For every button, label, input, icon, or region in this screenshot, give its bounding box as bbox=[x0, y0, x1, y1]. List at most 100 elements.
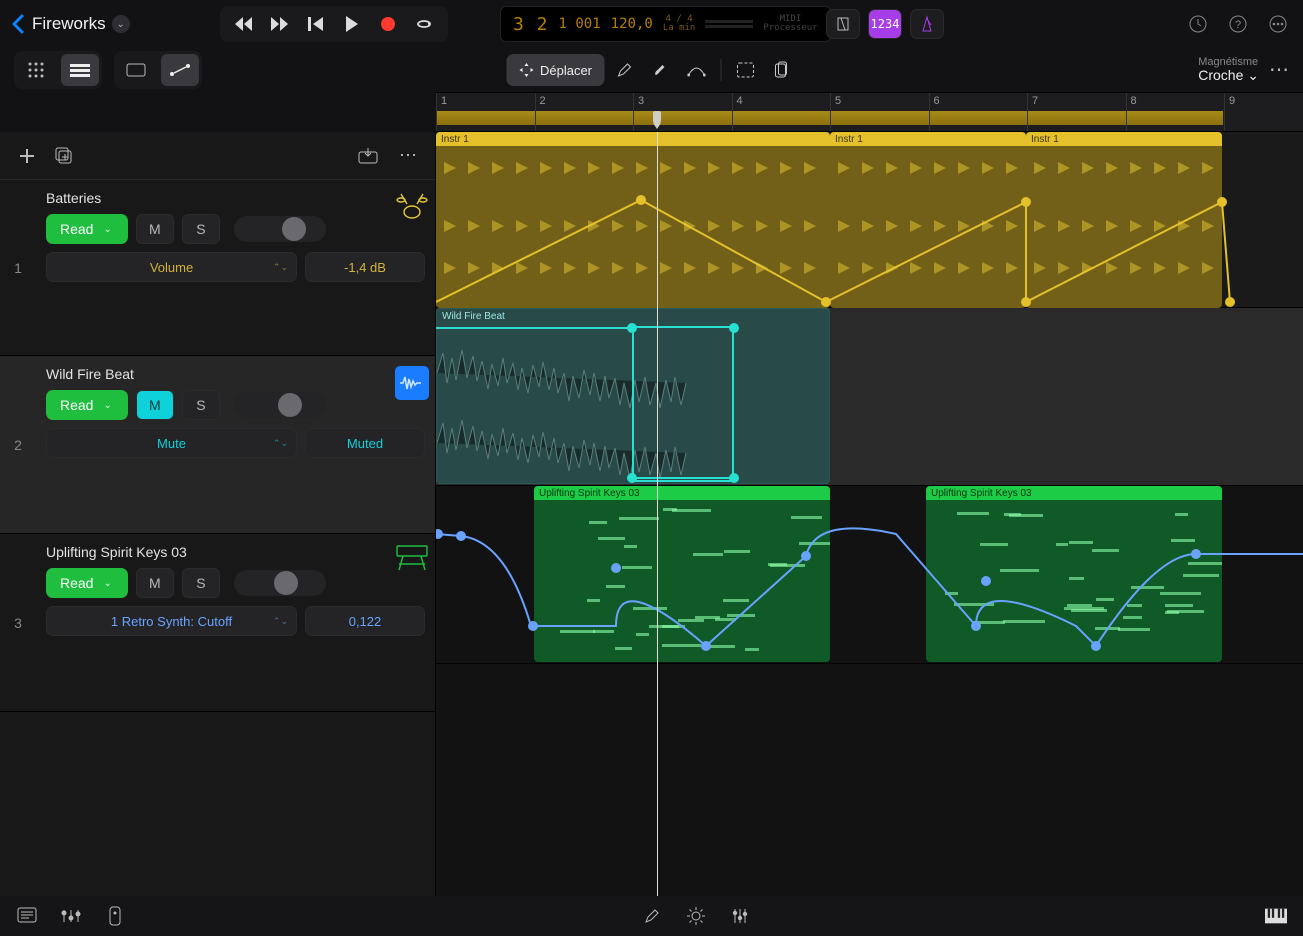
forward-button[interactable] bbox=[264, 10, 296, 38]
automation-node[interactable] bbox=[971, 621, 981, 631]
mute-button[interactable]: M bbox=[136, 214, 174, 244]
automation-value[interactable]: Muted bbox=[305, 428, 425, 458]
automation-param-selector[interactable]: Mute⌃⌄ bbox=[46, 428, 297, 458]
view-grid-button[interactable] bbox=[17, 54, 55, 86]
edit-button[interactable] bbox=[641, 905, 663, 927]
automation-node[interactable] bbox=[701, 641, 711, 651]
back-button[interactable] bbox=[10, 14, 24, 34]
duplicate-track-button[interactable] bbox=[52, 143, 78, 169]
automation-node[interactable] bbox=[1021, 297, 1031, 307]
go-to-start-button[interactable] bbox=[300, 10, 332, 38]
notepad-button[interactable] bbox=[16, 905, 38, 927]
clipboard-button[interactable] bbox=[765, 54, 797, 86]
automation-node[interactable] bbox=[436, 529, 443, 539]
automation-param-selector[interactable]: Volume⌃⌄ bbox=[46, 252, 297, 282]
bar-number: 7 bbox=[1032, 95, 1038, 107]
brush-tool-button[interactable] bbox=[644, 54, 676, 86]
track-index: 3 bbox=[0, 534, 36, 711]
automation-node[interactable] bbox=[456, 531, 466, 541]
marquee-tool-button[interactable] bbox=[729, 54, 761, 86]
timeline-ruler[interactable]: 123456789 bbox=[436, 92, 1303, 132]
import-button[interactable] bbox=[355, 143, 381, 169]
mute-button[interactable]: M bbox=[136, 568, 174, 598]
automation-mode-selector[interactable]: Read bbox=[46, 390, 128, 420]
bar-number: 3 bbox=[638, 95, 644, 107]
settings-button[interactable] bbox=[685, 905, 707, 927]
bar-number: 2 bbox=[540, 95, 546, 107]
automation-node[interactable] bbox=[627, 323, 637, 333]
automation-node[interactable] bbox=[1091, 641, 1101, 651]
automation-node[interactable] bbox=[1191, 549, 1201, 559]
region[interactable]: Uplifting Spirit Keys 03 bbox=[534, 486, 830, 662]
mixer-button[interactable] bbox=[60, 905, 82, 927]
automation-node[interactable] bbox=[528, 621, 538, 631]
track-name[interactable]: Uplifting Spirit Keys 03 bbox=[46, 544, 425, 560]
faders-button[interactable] bbox=[729, 905, 751, 927]
arrange-area[interactable]: Instr 1 Instr 1 Instr 1 Wild Fire Beat bbox=[436, 132, 1303, 896]
volume-slider[interactable] bbox=[234, 570, 326, 596]
metronome-button[interactable] bbox=[910, 9, 944, 39]
region[interactable]: Instr 1 bbox=[830, 132, 1026, 308]
track-lane[interactable]: Wild Fire Beat bbox=[436, 308, 1303, 486]
smart-controls-button[interactable] bbox=[104, 905, 126, 927]
playhead-line[interactable] bbox=[657, 132, 658, 896]
track-lane[interactable]: Instr 1 Instr 1 Instr 1 bbox=[436, 132, 1303, 308]
move-tool-button[interactable]: Déplacer bbox=[506, 54, 604, 86]
help-button[interactable]: ? bbox=[1227, 13, 1249, 35]
automation-mode-label: Read bbox=[60, 397, 93, 413]
automation-node[interactable] bbox=[801, 551, 811, 561]
automation-node[interactable] bbox=[1225, 297, 1235, 307]
mute-button[interactable]: M bbox=[136, 390, 174, 420]
automation-node[interactable] bbox=[729, 323, 739, 333]
curve-tool-button[interactable] bbox=[680, 54, 712, 86]
pencil-tool-button[interactable] bbox=[608, 54, 640, 86]
automation-node[interactable] bbox=[636, 195, 646, 205]
track-lane[interactable]: Uplifting Spirit Keys 03 Uplifting Spiri… bbox=[436, 486, 1303, 664]
automation-node[interactable] bbox=[611, 563, 621, 573]
move-tool-label: Déplacer bbox=[540, 63, 592, 78]
automation-mode-selector[interactable]: Read bbox=[46, 568, 128, 598]
add-track-button[interactable] bbox=[14, 143, 40, 169]
automation-param-selector[interactable]: 1 Retro Synth: Cutoff⌃⌄ bbox=[46, 606, 297, 636]
view-automation-button[interactable] bbox=[161, 54, 199, 86]
record-button[interactable] bbox=[372, 10, 404, 38]
bar-marker: 7 bbox=[1027, 93, 1028, 131]
automation-node[interactable] bbox=[729, 473, 739, 483]
track-options-button[interactable]: ⋯ bbox=[395, 143, 421, 169]
region[interactable]: Instr 1 bbox=[1026, 132, 1222, 308]
keyboard-button[interactable] bbox=[1265, 905, 1287, 927]
view-single-button[interactable] bbox=[117, 54, 155, 86]
volume-slider[interactable] bbox=[234, 392, 326, 418]
solo-button[interactable]: S bbox=[182, 214, 220, 244]
volume-slider[interactable] bbox=[234, 216, 326, 242]
solo-button[interactable]: S bbox=[182, 390, 220, 420]
region[interactable]: Uplifting Spirit Keys 03 bbox=[926, 486, 1222, 662]
cycle-button[interactable] bbox=[408, 10, 440, 38]
automation-node[interactable] bbox=[1217, 197, 1227, 207]
automation-node[interactable] bbox=[1021, 197, 1031, 207]
solo-button[interactable]: S bbox=[182, 568, 220, 598]
undo-history-button[interactable] bbox=[1187, 13, 1209, 35]
automation-mode-selector[interactable]: Read bbox=[46, 214, 128, 244]
automation-node[interactable] bbox=[821, 297, 831, 307]
track-name[interactable]: Batteries bbox=[46, 190, 425, 206]
lcd-tempo: 120,0 bbox=[611, 16, 653, 32]
track-name[interactable]: Wild Fire Beat bbox=[46, 366, 425, 382]
automation-node[interactable] bbox=[627, 473, 637, 483]
playhead[interactable] bbox=[651, 111, 663, 131]
selection-box[interactable] bbox=[632, 326, 734, 482]
automation-value[interactable]: 0,122 bbox=[305, 606, 425, 636]
automation-node[interactable] bbox=[981, 576, 991, 586]
snap-selector[interactable]: Magnétisme Croche ⌄ bbox=[1198, 56, 1259, 83]
more-menu-button[interactable] bbox=[1267, 13, 1289, 35]
rewind-button[interactable] bbox=[228, 10, 260, 38]
tuner-button[interactable] bbox=[826, 9, 860, 39]
snap-value: Croche ⌄ bbox=[1198, 68, 1259, 83]
project-menu-chevron[interactable]: ⌄ bbox=[112, 15, 130, 33]
count-in-button[interactable]: 1234 bbox=[868, 9, 902, 39]
more-options-button[interactable]: ⋯ bbox=[1269, 57, 1289, 82]
view-tracks-button[interactable] bbox=[61, 54, 99, 86]
lcd-display[interactable]: 3 2 1 001 120,0 4 / 4 La min MIDI Proces… bbox=[500, 6, 831, 42]
play-button[interactable] bbox=[336, 10, 368, 38]
automation-value[interactable]: -1,4 dB bbox=[305, 252, 425, 282]
